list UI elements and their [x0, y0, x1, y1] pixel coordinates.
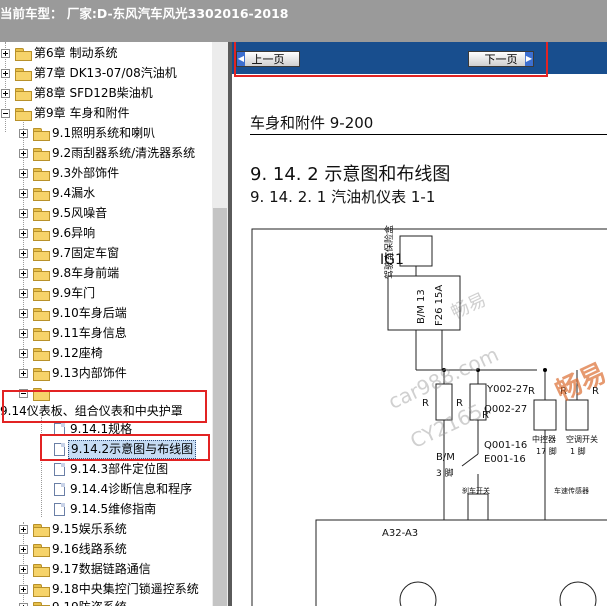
folder-icon: [33, 524, 50, 537]
folder-icon: [33, 148, 50, 161]
folder-icon: [33, 168, 50, 181]
folder-icon: [15, 88, 32, 101]
tree-item-label: 第6章 制动系统: [34, 46, 118, 60]
folder-icon: [33, 348, 50, 361]
fuse-rating-label: F26 15A: [434, 284, 445, 326]
tree-item-label: 9.8车身前端: [52, 266, 120, 280]
tree-item-label: 第7章 DK13-07/08汽油机: [34, 66, 177, 80]
q001-label: Q001-16: [484, 440, 528, 451]
tree-item-label: 9.5风噪音: [52, 206, 108, 220]
expand-icon[interactable]: [19, 249, 28, 258]
title-bar: 当前车型： 厂家:D-东风汽车风光3302016-2018: [0, 0, 607, 42]
document-viewer: ◀ 上一页 下一页 ▶ 车身和附件 9-200 9. 14. 2 示意图和布线图…: [232, 42, 607, 606]
tree-item-label: 9.2雨刮器系统/清洗器系统: [52, 146, 196, 160]
bm-label: B/M: [436, 452, 455, 463]
expand-icon[interactable]: [19, 129, 28, 138]
tree-item-label: 第8章 SFD12B柴油机: [34, 86, 153, 100]
bm-pin-label: 3 脚: [436, 469, 454, 479]
expand-icon[interactable]: [19, 229, 28, 238]
highlight-box: [2, 390, 207, 423]
relay-r4-label: R: [528, 386, 535, 397]
expand-icon[interactable]: [19, 565, 28, 574]
expand-icon[interactable]: [19, 169, 28, 178]
folder-icon: [33, 288, 50, 301]
folder-icon: [33, 188, 50, 201]
fuse-code-label: B/M 13: [416, 289, 427, 324]
expand-icon[interactable]: [19, 289, 28, 298]
document-icon: [54, 463, 65, 476]
tree-item-label: 9.11车身信息: [52, 326, 127, 340]
tree-item-label: 9.14.5维修指南: [70, 502, 157, 516]
folder-open-icon: [15, 108, 32, 121]
tree-item-label: 9.7固定车窗: [52, 246, 120, 260]
folder-icon: [33, 228, 50, 241]
brake-switch-label: 刹车开关: [462, 487, 490, 495]
expand-icon[interactable]: [19, 269, 28, 278]
tree-item-label: 9.19防盗系统: [52, 598, 127, 606]
tree-item-label: 9.18中央集控门锁遥控系统: [52, 582, 199, 596]
folder-icon: [33, 248, 50, 261]
current-vehicle-label: 当前车型： 厂家:D-东风汽车风光3302016-2018: [0, 6, 289, 21]
highlight-box: [40, 434, 210, 461]
folder-icon: [33, 368, 50, 381]
wiring-diagram: [251, 228, 607, 606]
fuse-box-label: 驾驶室保险盒: [385, 224, 395, 279]
ac-switch-pin: 1 脚: [570, 447, 586, 456]
tree-item-label: 9.13内部饰件: [52, 366, 127, 380]
expand-icon[interactable]: [19, 329, 28, 338]
expand-icon[interactable]: [19, 309, 28, 318]
tree-item-label: 9.9车门: [52, 286, 96, 300]
expand-icon[interactable]: [19, 525, 28, 534]
expand-icon[interactable]: [19, 349, 28, 358]
tree-item-label: 9.1照明系统和喇叭: [52, 126, 156, 140]
connector-label: A32-A3: [382, 528, 419, 539]
ac-switch-label: 空调开关: [566, 435, 598, 444]
tree-item-label: 9.14.4诊断信息和程序: [70, 482, 193, 496]
tree-item-label: 9.12座椅: [52, 346, 103, 360]
document-page: 车身和附件 9-200 9. 14. 2 示意图和布线图 9. 14. 2. 1…: [232, 74, 607, 606]
central-controller-pin: 17 脚: [536, 447, 557, 456]
expand-icon[interactable]: [19, 545, 28, 554]
folder-icon: [33, 602, 50, 606]
expand-icon[interactable]: [1, 49, 10, 58]
folder-icon: [33, 268, 50, 281]
expand-icon[interactable]: [19, 369, 28, 378]
tree-item-label: 第9章 车身和附件: [34, 106, 130, 120]
folder-icon: [33, 584, 50, 597]
folder-icon: [33, 564, 50, 577]
collapse-icon[interactable]: [1, 109, 10, 118]
folder-icon: [33, 544, 50, 557]
tree-item-label: 9.4漏水: [52, 186, 96, 200]
expand-icon[interactable]: [19, 209, 28, 218]
folder-icon: [33, 308, 50, 321]
expand-icon[interactable]: [19, 189, 28, 198]
speed-sensor-label: 车速传感器: [554, 487, 589, 495]
document-icon: [54, 503, 65, 516]
highlight-box: [234, 42, 548, 77]
expand-icon[interactable]: [19, 149, 28, 158]
tree-item-label: 9.3外部饰件: [52, 166, 120, 180]
central-controller-label: 中控器: [532, 435, 556, 444]
tree-item-label: 9.14.3部件定位图: [70, 462, 169, 476]
chapter-tree: 第6章 制动系统 第7章 DK13-07/08汽油机 第8章 SFD12B柴油机…: [0, 42, 228, 606]
tree-item-label: 9.16线路系统: [52, 542, 127, 556]
tree-scrollbar-thumb[interactable]: [213, 208, 227, 606]
folder-icon: [33, 208, 50, 221]
folder-icon: [15, 68, 32, 81]
folder-icon: [33, 128, 50, 141]
expand-icon[interactable]: [1, 69, 10, 78]
document-icon: [54, 483, 65, 496]
expand-icon[interactable]: [19, 585, 28, 594]
y002-label: Y002-27: [487, 384, 529, 395]
tree-item-label: 9.6异响: [52, 226, 96, 240]
tree-item-label: 9.17数据链路通信: [52, 562, 151, 576]
tree-item-label: 9.15娱乐系统: [52, 522, 127, 536]
folder-icon: [33, 328, 50, 341]
q002-label: Q002-27: [484, 404, 528, 415]
tree-item-label: 9.10车身后端: [52, 306, 127, 320]
expand-icon[interactable]: [1, 89, 10, 98]
folder-icon: [15, 48, 32, 61]
e001-label: E001-16: [484, 454, 526, 465]
